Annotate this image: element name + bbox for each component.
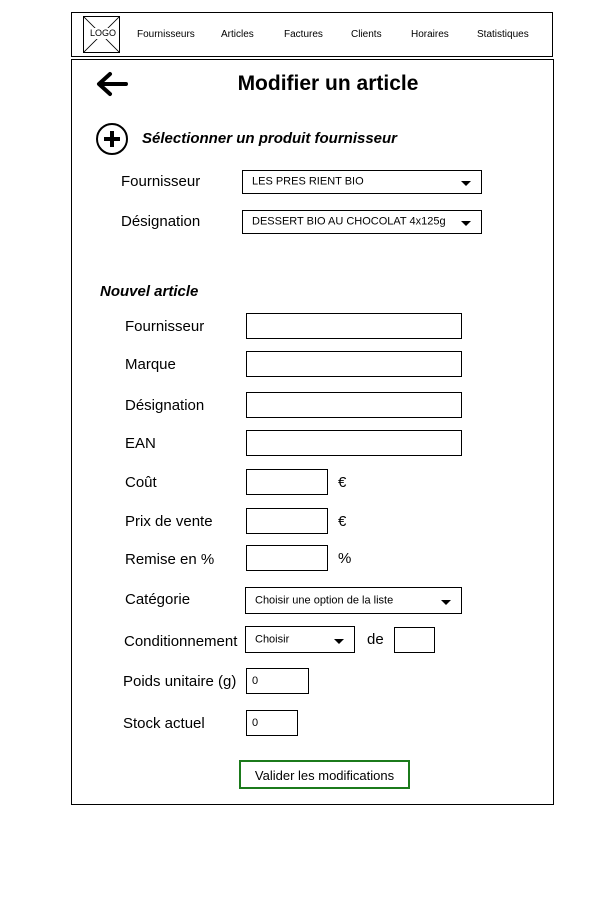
nav-fournisseurs[interactable]: Fournisseurs	[137, 29, 195, 41]
price-input[interactable]	[246, 508, 328, 534]
supplier-input[interactable]	[246, 313, 462, 339]
nav-articles[interactable]: Articles	[221, 29, 254, 41]
category-dropdown[interactable]: Choisir une option de la liste	[245, 587, 462, 614]
select-product-heading: Sélectionner un produit fournisseur	[142, 130, 398, 147]
select-supplier-dropdown[interactable]: LES PRES RIENT BIO	[242, 170, 482, 194]
chevron-down-icon	[461, 181, 471, 186]
nav-factures[interactable]: Factures	[284, 29, 323, 41]
discount-input[interactable]	[246, 545, 328, 571]
select-designation-value: DESSERT BIO AU CHOCOLAT 4x125g	[252, 215, 446, 228]
chevron-down-icon	[334, 639, 344, 644]
nav-clients[interactable]: Clients	[351, 29, 382, 41]
plus-circle-icon[interactable]	[95, 122, 129, 156]
packaging-label: Conditionnement	[124, 633, 238, 650]
ean-label: EAN	[125, 435, 156, 452]
select-designation-dropdown[interactable]: DESSERT BIO AU CHOCOLAT 4x125g	[242, 210, 482, 234]
chevron-down-icon	[441, 600, 451, 605]
packaging-dropdown[interactable]: Choisir	[245, 626, 355, 653]
nav-statistiques[interactable]: Statistiques	[477, 29, 529, 41]
designation-input[interactable]	[246, 392, 462, 418]
designation-label: Désignation	[125, 397, 205, 414]
submit-changes-button[interactable]: Valider les modifications	[239, 760, 410, 789]
unit-weight-label: Poids unitaire (g)	[123, 673, 237, 690]
select-designation-label: Désignation	[121, 213, 201, 230]
packaging-value: Choisir	[255, 633, 290, 645]
unit-weight-input[interactable]	[246, 668, 309, 694]
logo[interactable]: LOGO	[83, 16, 120, 53]
packaging-quantity-input[interactable]	[394, 627, 435, 653]
price-unit: €	[338, 513, 347, 530]
cost-label: Coût	[125, 474, 157, 491]
page-title: Modifier un article	[237, 72, 419, 95]
discount-unit: %	[338, 550, 352, 567]
supplier-label: Fournisseur	[125, 318, 205, 335]
new-article-heading: Nouvel article	[100, 283, 199, 300]
category-value: Choisir une option de la liste	[255, 594, 394, 606]
category-label: Catégorie	[125, 591, 191, 608]
logo-text: LOGO	[90, 28, 117, 39]
packaging-of-label: de	[367, 631, 384, 648]
cost-input[interactable]	[246, 469, 328, 495]
discount-label: Remise en %	[125, 551, 215, 568]
current-stock-label: Stock actuel	[123, 715, 205, 732]
price-label: Prix de vente	[125, 513, 213, 530]
brand-label: Marque	[125, 356, 176, 373]
ean-input[interactable]	[246, 430, 462, 456]
chevron-down-icon	[461, 221, 471, 226]
current-stock-input[interactable]	[246, 710, 298, 736]
select-supplier-value: LES PRES RIENT BIO	[252, 175, 364, 188]
brand-input[interactable]	[246, 351, 462, 377]
cost-unit: €	[338, 474, 347, 491]
nav-horaires[interactable]: Horaires	[411, 29, 449, 41]
select-supplier-label: Fournisseur	[121, 173, 201, 190]
